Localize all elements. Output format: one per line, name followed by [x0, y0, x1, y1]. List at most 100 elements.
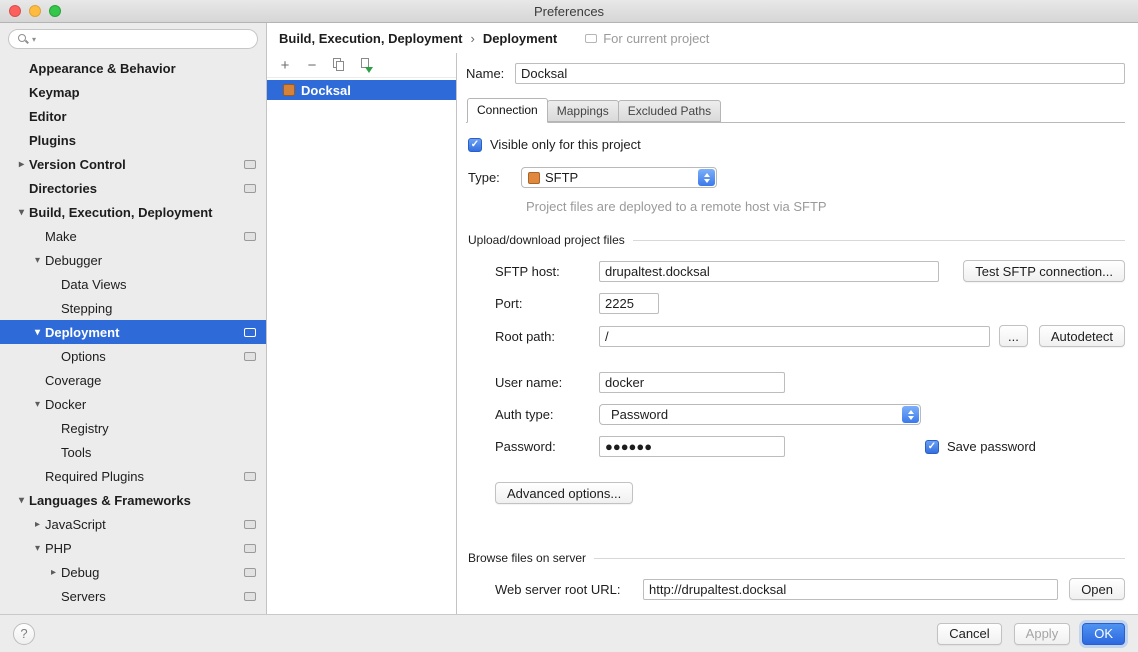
- project-level-icon: [244, 520, 256, 529]
- sidebar-item-version-control[interactable]: ▸Version Control: [0, 152, 266, 176]
- project-scope: For current project: [585, 31, 709, 46]
- sidebar-item-plugins[interactable]: Plugins: [0, 128, 266, 152]
- chevron-down-icon[interactable]: ▾: [14, 207, 29, 218]
- search-caret-icon[interactable]: ▾: [32, 35, 36, 44]
- visible-only-label: Visible only for this project: [490, 137, 641, 152]
- web-root-input[interactable]: [643, 579, 1058, 600]
- chevron-down-icon[interactable]: ▾: [14, 495, 29, 506]
- server-type-icon: [283, 84, 295, 96]
- sidebar-item-data-views[interactable]: Data Views: [0, 272, 266, 296]
- minimize-window-button[interactable]: [29, 5, 41, 17]
- chevron-right-icon[interactable]: ▸: [30, 519, 45, 530]
- sidebar-item-build-execution-deployment[interactable]: ▾Build, Execution, Deployment: [0, 200, 266, 224]
- traffic-lights: [9, 5, 61, 17]
- user-name-label: User name:: [495, 375, 599, 390]
- breadcrumb: Build, Execution, Deployment › Deploymen…: [267, 23, 1138, 53]
- port-label: Port:: [495, 296, 599, 311]
- auth-type-select[interactable]: Password: [599, 404, 921, 425]
- section-divider: [594, 558, 1125, 559]
- chevron-down-icon[interactable]: ▾: [30, 543, 45, 554]
- tab-excluded-paths[interactable]: Excluded Paths: [618, 100, 721, 122]
- server-item-docksal[interactable]: Docksal: [267, 80, 456, 100]
- upload-section-header: Upload/download project files: [468, 233, 1125, 247]
- sidebar-item-label: Deployment: [45, 325, 119, 340]
- browse-root-path-button[interactable]: ...: [999, 325, 1028, 347]
- chevron-right-icon[interactable]: ▸: [46, 567, 61, 578]
- chevron-down-icon[interactable]: ▾: [30, 255, 45, 266]
- server-list-panel: + − Docksal: [267, 53, 457, 614]
- sftp-host-input[interactable]: [599, 261, 939, 282]
- sidebar-item-label: Docker: [45, 397, 86, 412]
- open-button[interactable]: Open: [1069, 578, 1125, 600]
- section-divider: [633, 240, 1125, 241]
- project-scope-label: For current project: [603, 31, 709, 46]
- password-input[interactable]: [599, 436, 785, 457]
- autodetect-button[interactable]: Autodetect: [1039, 325, 1125, 347]
- sidebar-item-label: Appearance & Behavior: [29, 61, 176, 76]
- type-select[interactable]: SFTP: [521, 167, 717, 188]
- settings-search-input[interactable]: ▾: [8, 29, 258, 49]
- sidebar-item-editor[interactable]: Editor: [0, 104, 266, 128]
- browse-section-label: Browse files on server: [468, 551, 586, 565]
- ok-button[interactable]: OK: [1082, 623, 1125, 645]
- settings-sidebar: ▾ Appearance & Behavior KeymapEditorPlugi…: [0, 23, 267, 614]
- sidebar-item-label: PHP: [45, 541, 72, 556]
- settings-tree: Appearance & Behavior KeymapEditorPlugins…: [0, 52, 266, 608]
- tab-connection[interactable]: Connection: [467, 98, 548, 123]
- sidebar-item-javascript[interactable]: ▸JavaScript: [0, 512, 266, 536]
- sidebar-item-tools[interactable]: Tools: [0, 440, 266, 464]
- chevron-down-icon[interactable]: ▾: [30, 327, 45, 338]
- paste-server-button[interactable]: [358, 57, 374, 73]
- port-input[interactable]: [599, 293, 659, 314]
- sidebar-item-stepping[interactable]: Stepping: [0, 296, 266, 320]
- combo-stepper-icon: [902, 406, 919, 423]
- sidebar-item-coverage[interactable]: Coverage: [0, 368, 266, 392]
- test-sftp-connection-button[interactable]: Test SFTP connection...: [963, 260, 1125, 282]
- sidebar-item-required-plugins[interactable]: Required Plugins: [0, 464, 266, 488]
- sidebar-item-label: Coverage: [45, 373, 101, 388]
- combo-stepper-icon: [698, 169, 715, 186]
- sidebar-item-languages-frameworks[interactable]: ▾Languages & Frameworks: [0, 488, 266, 512]
- remove-server-button[interactable]: −: [304, 57, 320, 73]
- chevron-right-icon[interactable]: ▸: [14, 159, 29, 170]
- name-input[interactable]: [515, 63, 1125, 84]
- browse-section-header: Browse files on server: [468, 551, 1125, 565]
- chevron-down-icon[interactable]: ▾: [30, 399, 45, 410]
- project-level-icon: [244, 352, 256, 361]
- copy-server-button[interactable]: [331, 57, 347, 73]
- deployment-form: Name: Connection Mappings Excluded Paths…: [457, 53, 1138, 614]
- breadcrumb-section[interactable]: Build, Execution, Deployment: [279, 31, 462, 46]
- sidebar-item-deployment[interactable]: ▾Deployment: [0, 320, 266, 344]
- sidebar-item-options[interactable]: Options: [0, 344, 266, 368]
- add-server-button[interactable]: +: [277, 57, 293, 73]
- close-window-button[interactable]: [9, 5, 21, 17]
- sidebar-item-php[interactable]: ▾PHP: [0, 536, 266, 560]
- sidebar-item-label: Servers: [61, 589, 106, 604]
- server-toolbar: + −: [267, 53, 456, 78]
- help-button[interactable]: ?: [13, 623, 35, 645]
- sidebar-item-debug[interactable]: ▸Debug: [0, 560, 266, 584]
- sidebar-item-label: Options: [61, 349, 106, 364]
- advanced-options-button[interactable]: Advanced options...: [495, 482, 633, 504]
- sidebar-item-keymap[interactable]: Keymap: [0, 80, 266, 104]
- save-password-checkbox[interactable]: ✓: [925, 440, 939, 454]
- sidebar-item-docker[interactable]: ▾Docker: [0, 392, 266, 416]
- sidebar-item-appearance-behavior[interactable]: Appearance & Behavior: [0, 56, 266, 80]
- sidebar-item-registry[interactable]: Registry: [0, 416, 266, 440]
- sidebar-item-debugger[interactable]: ▾Debugger: [0, 248, 266, 272]
- sidebar-item-servers[interactable]: Servers: [0, 584, 266, 608]
- user-name-input[interactable]: [599, 372, 785, 393]
- sidebar-item-label: Required Plugins: [45, 469, 144, 484]
- zoom-window-button[interactable]: [49, 5, 61, 17]
- connection-tab-content: ✓ Visible only for this project Type: SF…: [466, 123, 1125, 600]
- server-item-label: Docksal: [301, 83, 351, 98]
- checkmark-icon: ✓: [928, 442, 936, 452]
- sidebar-item-make[interactable]: Make: [0, 224, 266, 248]
- sidebar-item-label: Registry: [61, 421, 109, 436]
- visible-only-checkbox[interactable]: ✓: [468, 138, 482, 152]
- apply-button[interactable]: Apply: [1014, 623, 1071, 645]
- cancel-button[interactable]: Cancel: [937, 623, 1001, 645]
- sidebar-item-directories[interactable]: Directories: [0, 176, 266, 200]
- root-path-input[interactable]: [599, 326, 990, 347]
- tab-mappings[interactable]: Mappings: [547, 100, 619, 122]
